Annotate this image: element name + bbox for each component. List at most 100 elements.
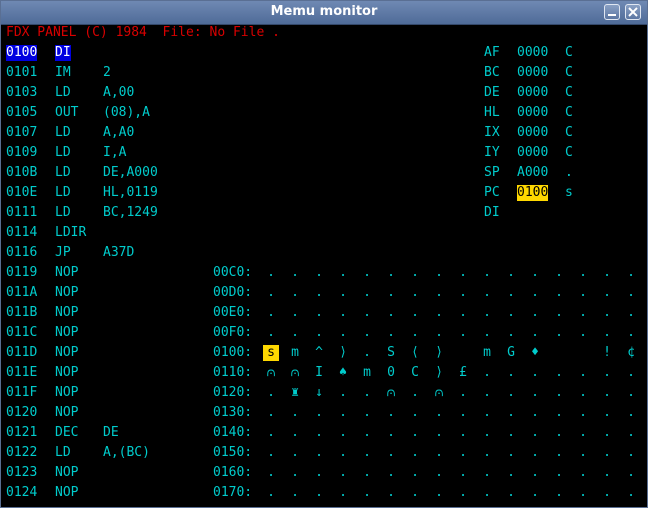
memory-cell[interactable]: .	[455, 305, 471, 321]
memory-cell[interactable]: .	[455, 265, 471, 281]
memory-cell[interactable]: .	[311, 485, 327, 501]
memory-cell[interactable]: .	[311, 265, 327, 281]
memory-cell[interactable]: .	[527, 265, 543, 281]
memory-cell[interactable]: .	[479, 485, 495, 501]
memory-cell[interactable]: .	[311, 465, 327, 481]
memory-cell[interactable]: .	[335, 265, 351, 281]
memory-cell[interactable]: .	[359, 425, 375, 441]
memory-cell[interactable]: .	[575, 285, 591, 301]
memory-cell[interactable]: .	[335, 325, 351, 341]
memory-cell[interactable]: ⩀	[383, 385, 399, 401]
memory-cell[interactable]: .	[479, 305, 495, 321]
memory-cell[interactable]: m	[359, 365, 375, 381]
memory-cell[interactable]: m	[479, 345, 495, 361]
memory-cell[interactable]: .	[479, 365, 495, 381]
monitor-screen[interactable]: FDX PANEL (C) 1984 File: No File . 0100 D…	[4, 25, 644, 507]
memory-cell[interactable]: .	[407, 285, 423, 301]
memory-cell[interactable]: .	[407, 425, 423, 441]
memory-cell[interactable]: .	[431, 445, 447, 461]
memory-cell[interactable]: .	[599, 265, 615, 281]
memory-cell[interactable]: .	[287, 425, 303, 441]
memory-cell[interactable]: .	[551, 445, 567, 461]
memory-cell[interactable]: .	[335, 445, 351, 461]
memory-cell[interactable]: .	[575, 425, 591, 441]
memory-cell[interactable]: .	[455, 425, 471, 441]
memory-cell[interactable]: .	[623, 405, 639, 421]
memory-cell[interactable]: .	[383, 465, 399, 481]
memory-cell[interactable]: .	[335, 425, 351, 441]
memory-cell[interactable]: .	[551, 285, 567, 301]
memory-cell[interactable]: .	[599, 485, 615, 501]
register-value[interactable]: 0000	[517, 105, 548, 121]
memory-cell[interactable]: .	[623, 325, 639, 341]
memory-cell[interactable]: .	[263, 305, 279, 321]
memory-cell[interactable]: .	[455, 405, 471, 421]
memory-cell[interactable]: .	[263, 485, 279, 501]
memory-cell[interactable]: .	[263, 285, 279, 301]
memory-cell[interactable]: ¢	[623, 345, 639, 361]
memory-cell[interactable]: .	[503, 285, 519, 301]
memory-cell[interactable]: ♠	[335, 365, 351, 381]
memory-cell[interactable]: ♦	[527, 345, 543, 361]
memory-cell[interactable]: .	[407, 265, 423, 281]
memory-cell[interactable]: .	[503, 305, 519, 321]
memory-cell[interactable]: .	[335, 485, 351, 501]
memory-cell[interactable]: .	[503, 265, 519, 281]
memory-cell[interactable]: .	[551, 405, 567, 421]
memory-cell[interactable]: .	[551, 305, 567, 321]
memory-cell[interactable]: .	[359, 265, 375, 281]
memory-cell[interactable]	[575, 345, 591, 361]
memory-cell[interactable]: .	[623, 425, 639, 441]
memory-cell[interactable]: .	[479, 405, 495, 421]
memory-cell[interactable]: .	[551, 325, 567, 341]
memory-cell[interactable]: .	[527, 285, 543, 301]
memory-cell[interactable]: .	[383, 325, 399, 341]
memory-cell[interactable]: .	[599, 465, 615, 481]
memory-cell[interactable]: .	[575, 305, 591, 321]
memory-cell[interactable]: .	[407, 305, 423, 321]
memory-cell[interactable]: .	[599, 445, 615, 461]
memory-cell[interactable]: .	[263, 265, 279, 281]
memory-cell[interactable]: .	[527, 305, 543, 321]
memory-cell[interactable]: .	[503, 485, 519, 501]
memory-cell[interactable]: .	[623, 445, 639, 461]
memory-cell[interactable]: .	[599, 305, 615, 321]
memory-cell[interactable]: .	[383, 485, 399, 501]
memory-cell[interactable]: .	[599, 285, 615, 301]
memory-cell[interactable]: .	[527, 365, 543, 381]
memory-cell[interactable]: .	[503, 365, 519, 381]
memory-cell[interactable]: .	[575, 405, 591, 421]
memory-cell[interactable]: .	[383, 285, 399, 301]
memory-cell[interactable]: .	[407, 385, 423, 401]
memory-cell[interactable]: .	[575, 465, 591, 481]
memory-cell[interactable]	[455, 345, 471, 361]
memory-cell[interactable]: .	[335, 405, 351, 421]
memory-cell[interactable]: .	[479, 425, 495, 441]
memory-cell[interactable]: .	[359, 325, 375, 341]
memory-cell[interactable]: .	[407, 445, 423, 461]
memory-cell[interactable]: .	[311, 325, 327, 341]
memory-cell[interactable]: .	[311, 445, 327, 461]
memory-cell[interactable]: .	[455, 385, 471, 401]
memory-cell[interactable]: .	[575, 485, 591, 501]
memory-cell[interactable]: .	[551, 485, 567, 501]
memory-cell[interactable]: .	[551, 365, 567, 381]
memory-cell[interactable]: .	[311, 405, 327, 421]
memory-cell[interactable]: .	[359, 385, 375, 401]
memory-cell[interactable]: .	[455, 445, 471, 461]
memory-cell[interactable]: .	[455, 465, 471, 481]
title-bar[interactable]: Memu monitor	[1, 1, 647, 25]
memory-cell[interactable]: .	[335, 465, 351, 481]
memory-cell[interactable]: ⟩	[431, 345, 447, 361]
memory-cell[interactable]: .	[575, 265, 591, 281]
memory-cell[interactable]: .	[287, 445, 303, 461]
memory-cell[interactable]: ⩀	[287, 365, 303, 381]
memory-cell[interactable]: .	[623, 385, 639, 401]
memory-cell[interactable]: G	[503, 345, 519, 361]
memory-cell[interactable]: .	[383, 305, 399, 321]
memory-cell[interactable]: .	[503, 445, 519, 461]
memory-cell[interactable]: .	[263, 405, 279, 421]
memory-cell[interactable]: .	[527, 465, 543, 481]
memory-cell[interactable]: .	[479, 265, 495, 281]
memory-cell[interactable]: ♜	[287, 385, 303, 401]
